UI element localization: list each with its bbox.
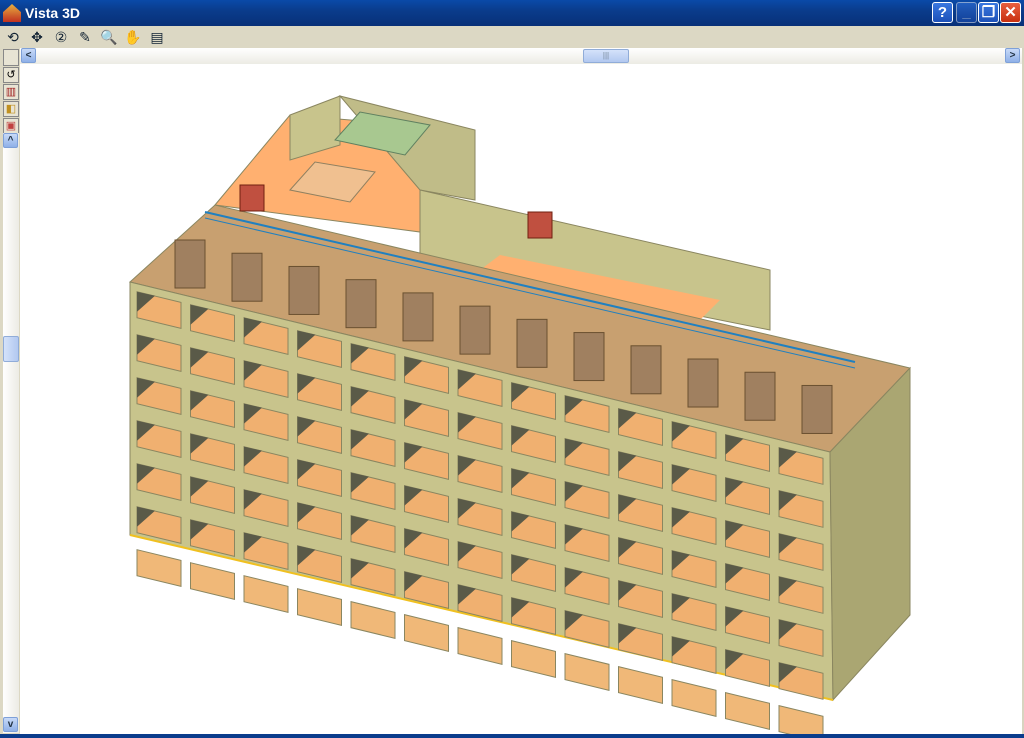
window [725,691,770,730]
window-title: Vista 3D [25,5,80,21]
title-bar: Vista 3D ? _ ❐ ✕ [0,0,1024,26]
partition-block [459,305,491,355]
partition-block [516,318,548,368]
app-house-icon [3,4,21,22]
building-3d-model [128,95,911,734]
3d-viewport[interactable] [20,64,1022,734]
partition-block [630,345,662,395]
copy-view-icon[interactable]: ▤ [148,28,166,46]
partition-block [687,358,719,408]
partition-block [345,279,377,329]
window [457,627,503,665]
vertical-scroll-thumb[interactable] [3,336,19,362]
partition-block [288,265,320,315]
partition-block [402,292,434,342]
section-box-icon[interactable]: ▣ [3,118,19,134]
window [564,653,610,691]
vertical-scrollbar[interactable]: ^ v [3,133,19,733]
horizontal-scrollbar[interactable]: < ||| > [20,48,1022,64]
window [404,614,449,652]
minimize-button[interactable]: _ [956,2,977,23]
toolbar: ⟲ ✥ ② ✎ 🔍 ✋ ▤ [0,26,1024,48]
scroll-right-button[interactable]: > [1005,48,1020,63]
partition-block [744,371,776,421]
window [618,665,663,704]
zoom-window-icon[interactable]: 🔍 [100,28,118,46]
undo-arrow-icon[interactable]: ↺ [3,67,19,83]
close-button[interactable]: ✕ [1000,2,1021,23]
pencil-icon[interactable]: ✎ [76,28,94,46]
help-button[interactable]: ? [932,2,953,23]
partition-block [573,332,605,382]
blank-tool-icon[interactable] [3,49,19,66]
partition-block [231,252,263,302]
restore-button[interactable]: ❐ [978,2,999,23]
window [511,640,556,678]
zoom-extents-icon[interactable]: ✥ [28,28,46,46]
rooftop-unit [239,184,265,212]
books-icon[interactable]: ▥ [3,84,19,100]
window [297,588,342,627]
window [190,562,235,601]
pan-hand-icon[interactable]: ✋ [124,28,142,46]
window [778,704,824,734]
window [671,678,717,717]
window [243,575,289,614]
window-bottom-border [0,734,1024,738]
scroll-up-button[interactable]: ^ [3,133,18,148]
scroll-left-button[interactable]: < [21,48,36,63]
rotate-icon[interactable]: ⟲ [4,28,22,46]
partition-block [174,239,206,289]
horizontal-scroll-thumb[interactable]: ||| [583,49,629,63]
rooftop-unit [527,211,553,239]
window [350,601,396,639]
cube-icon[interactable]: ◧ [3,101,19,117]
window [136,549,182,588]
scroll-down-button[interactable]: v [3,717,18,732]
zoom-x2-icon[interactable]: ② [52,28,70,46]
partition-block [801,384,833,434]
